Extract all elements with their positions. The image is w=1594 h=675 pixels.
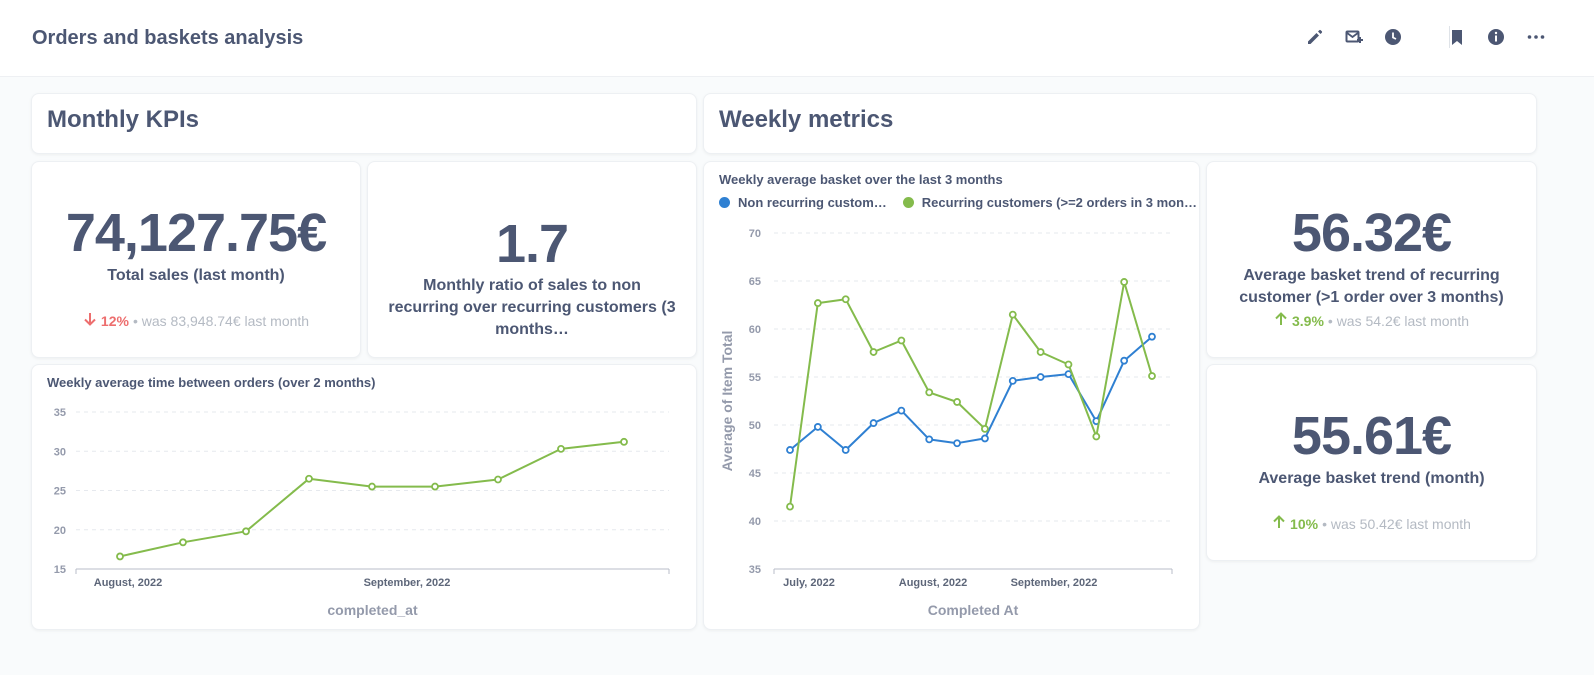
x-axis-title: Completed At xyxy=(928,602,1019,618)
weekly-basket-card[interactable]: Weekly average basket over the last 3 mo… xyxy=(703,161,1200,630)
data-point xyxy=(242,527,250,536)
data-point xyxy=(897,406,906,415)
x-tick-label: August, 2022 xyxy=(94,577,162,589)
data-point xyxy=(1036,373,1045,381)
arrow-up-icon xyxy=(1272,515,1286,532)
total-sales-value: 74,127.75€ xyxy=(65,203,327,263)
weekly-metrics-heading-card: Weekly metrics xyxy=(703,93,1537,154)
monthly-kpis-heading-card: Monthly KPIs xyxy=(31,93,697,154)
data-point xyxy=(813,299,822,307)
data-point xyxy=(786,502,794,511)
y-axis-title: Average of Item Total xyxy=(719,331,735,472)
y-tick-label: 60 xyxy=(749,324,761,336)
data-point xyxy=(305,474,313,483)
data-point xyxy=(925,388,934,397)
data-point xyxy=(620,437,628,446)
data-point xyxy=(841,446,850,454)
history-icon[interactable] xyxy=(1380,24,1406,50)
recurring-trend-card[interactable]: 56.32€ Average basket trend of recurring… xyxy=(1206,161,1537,358)
data-point xyxy=(981,434,989,443)
data-point xyxy=(368,482,376,491)
data-point xyxy=(786,446,794,454)
recurring-trend-value: 56.32€ xyxy=(1291,203,1452,263)
total-sales-card[interactable]: 74,127.75€ Total sales (last month) 12% … xyxy=(31,161,361,358)
data-point xyxy=(179,538,187,547)
more-icon[interactable] xyxy=(1523,24,1549,50)
ratio-label: Monthly ratio of sales to non recurring … xyxy=(388,277,676,338)
x-axis-title: completed_at xyxy=(327,602,418,618)
subscription-icon[interactable] xyxy=(1341,24,1367,50)
basket-trend-was: • was 50.42€ last month xyxy=(1322,515,1471,532)
data-point xyxy=(1008,310,1017,319)
ratio-card[interactable]: 1.7 Monthly ratio of sales to non recurr… xyxy=(367,161,697,358)
y-tick-label: 35 xyxy=(749,564,761,576)
y-tick-label: 20 xyxy=(54,525,66,537)
weekly-metrics-heading: Weekly metrics xyxy=(719,106,894,133)
y-tick-label: 40 xyxy=(749,516,761,528)
y-tick-label: 50 xyxy=(749,420,761,432)
time-between-orders-card[interactable]: Weekly average time between orders (over… xyxy=(31,364,697,630)
time-between-orders-chart: 15 20 25 30 35 August, 2022 September, 2022 com… xyxy=(54,407,670,618)
x-tick-label: September, 2022 xyxy=(364,577,451,589)
data-point xyxy=(841,295,850,304)
data-point xyxy=(1064,360,1073,369)
data-point xyxy=(925,435,934,444)
y-tick-label: 65 xyxy=(749,276,761,288)
data-point xyxy=(813,423,822,431)
info-icon[interactable] xyxy=(1483,24,1509,50)
data-point xyxy=(981,424,989,433)
basket-trend-value: 55.61€ xyxy=(1291,406,1452,466)
y-tick-label: 70 xyxy=(749,228,761,240)
y-tick-label: 15 xyxy=(54,564,66,576)
basket-trend-label: Average basket trend (month) xyxy=(1258,470,1485,487)
data-point xyxy=(1092,432,1101,441)
pencil-icon[interactable] xyxy=(1302,24,1328,50)
data-point xyxy=(1148,332,1156,341)
x-tick-label: September, 2022 xyxy=(1011,577,1098,589)
ratio-value: 1.7 xyxy=(495,214,569,274)
arrow-up-icon xyxy=(1274,312,1288,329)
data-point xyxy=(869,419,878,427)
bookmark-icon[interactable] xyxy=(1444,24,1470,50)
recurring-trend-pct: 3.9% xyxy=(1291,312,1324,329)
y-tick-label: 45 xyxy=(749,468,761,480)
data-point xyxy=(869,348,878,356)
data-point xyxy=(953,439,961,448)
dashboard-title: Orders and baskets analysis xyxy=(32,27,304,49)
monthly-kpis-heading: Monthly KPIs xyxy=(47,106,200,133)
basket-trend-pct: 10% xyxy=(1290,515,1319,532)
x-tick-label: August, 2022 xyxy=(899,577,967,589)
data-point xyxy=(1148,372,1156,380)
data-point xyxy=(116,552,124,561)
data-point xyxy=(953,398,961,406)
arrow-down-icon xyxy=(83,312,97,329)
basket-trend-trend: 10% • was 50.42€ last month xyxy=(1207,515,1536,532)
data-point xyxy=(557,444,565,453)
recurring-trend-trend: 3.9% • was 54.2€ last month xyxy=(1207,312,1536,329)
dashboard-header: Orders and baskets analysis xyxy=(0,0,1594,77)
weekly-basket-chart: 35 40 45 50 55 60 65 70 July, 2022 August, 2022 Se… xyxy=(719,228,1173,618)
data-point xyxy=(1120,278,1129,286)
series-line xyxy=(119,440,625,558)
total-sales-trend: 12% • was 83,948.74€ last month xyxy=(32,312,360,329)
basket-trend-card[interactable]: 55.61€ Average basket trend (month) 10% … xyxy=(1206,364,1537,561)
y-tick-label: 25 xyxy=(54,486,66,498)
data-point xyxy=(1036,348,1045,356)
total-sales-trend-was: • was 83,948.74€ last month xyxy=(132,312,310,329)
data-point xyxy=(431,482,439,491)
recurring-trend-was: • was 54.2€ last month xyxy=(1327,312,1469,329)
data-point xyxy=(494,475,502,484)
y-tick-label: 30 xyxy=(54,446,66,458)
y-tick-label: 55 xyxy=(749,372,761,384)
y-tick-label: 35 xyxy=(54,407,66,419)
total-sales-trend-pct: 12% xyxy=(100,312,129,329)
total-sales-label: Total sales (last month) xyxy=(107,267,285,284)
data-point xyxy=(897,336,906,345)
recurring-trend-label: Average basket trend of recurring custom… xyxy=(1239,267,1504,306)
data-point xyxy=(1120,356,1129,365)
x-tick-label: July, 2022 xyxy=(783,577,835,589)
data-point xyxy=(1008,376,1017,385)
